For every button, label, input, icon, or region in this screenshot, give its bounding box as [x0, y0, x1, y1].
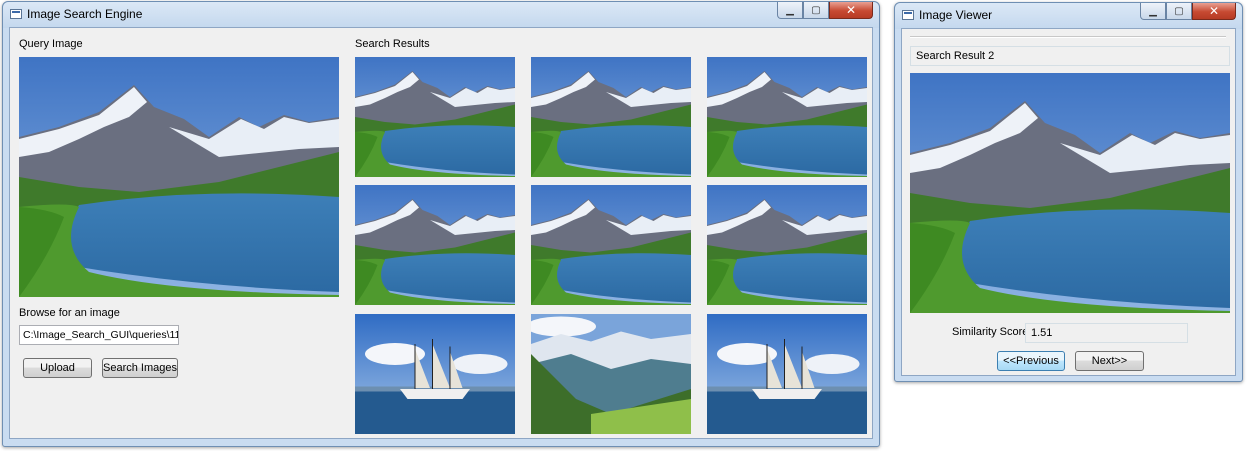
result-thumbnail-2[interactable]	[531, 57, 691, 177]
minimize-button[interactable]: ▁	[1140, 3, 1166, 20]
next-button[interactable]: Next>>	[1075, 351, 1144, 371]
maximize-button[interactable]: ▢	[1166, 3, 1192, 20]
viewer-window-titlebar[interactable]: Image Viewer ▁ ▢ ✕	[895, 3, 1242, 29]
search-results-label: Search Results	[355, 38, 430, 50]
close-icon: ✕	[845, 3, 857, 17]
window-app-icon	[902, 10, 914, 20]
image-viewer-window: Image Viewer ▁ ▢ ✕ Search Result 2 Simil…	[894, 2, 1243, 382]
search-images-button[interactable]: Search Images	[102, 358, 178, 378]
window-title: Image Search Engine	[27, 7, 143, 21]
result-thumbnail-8[interactable]	[531, 314, 691, 434]
result-caption: Search Result 2	[916, 50, 995, 62]
minimize-icon: ▁	[1149, 5, 1157, 17]
query-image-label: Query Image	[19, 38, 83, 50]
scene-graphic	[707, 185, 867, 305]
window-title: Image Viewer	[919, 8, 993, 22]
search-window-titlebar[interactable]: Image Search Engine ▁ ▢ ✕	[3, 2, 879, 28]
result-thumbnail-3[interactable]	[707, 57, 867, 177]
result-caption-panel: Search Result 2	[910, 46, 1230, 66]
result-thumbnail-9[interactable]	[707, 314, 867, 434]
close-icon: ✕	[1208, 4, 1220, 18]
maximize-icon: ▢	[1174, 5, 1184, 17]
scene-graphic	[355, 314, 515, 434]
result-thumbnail-4[interactable]	[355, 185, 515, 305]
similarity-score-value: 1.51	[1031, 327, 1053, 339]
scene-graphic	[707, 314, 867, 434]
browse-label: Browse for an image	[19, 307, 120, 319]
scene-graphic	[707, 57, 867, 177]
result-thumbnail-6[interactable]	[707, 185, 867, 305]
scene-graphic	[910, 73, 1230, 313]
scene-graphic	[19, 57, 339, 297]
scene-graphic	[531, 57, 691, 177]
close-button[interactable]: ✕	[829, 2, 873, 19]
previous-button[interactable]: <<Previous	[997, 351, 1065, 371]
scene-graphic	[355, 185, 515, 305]
scene-graphic	[531, 185, 691, 305]
scene-graphic	[355, 57, 515, 177]
minimize-button[interactable]: ▁	[777, 2, 803, 19]
image-search-window: Image Search Engine ▁ ▢ ✕ Query Image Se…	[2, 1, 880, 447]
viewer-image	[910, 73, 1230, 313]
upload-button[interactable]: Upload	[23, 358, 92, 378]
result-thumbnail-7[interactable]	[355, 314, 515, 434]
close-button[interactable]: ✕	[1192, 3, 1236, 20]
maximize-button[interactable]: ▢	[803, 2, 829, 19]
similarity-score-label: Similarity Score:	[952, 326, 1032, 338]
query-image	[19, 57, 339, 297]
separator-line	[910, 36, 1226, 38]
result-thumbnail-5[interactable]	[531, 185, 691, 305]
search-window-client: Query Image Search Results Browse for an…	[9, 27, 873, 439]
minimize-icon: ▁	[786, 4, 794, 16]
scene-graphic	[531, 314, 691, 434]
similarity-score-value-box: 1.51	[1025, 323, 1188, 343]
result-thumbnail-1[interactable]	[355, 57, 515, 177]
window-app-icon	[10, 9, 22, 19]
maximize-icon: ▢	[811, 4, 821, 16]
viewer-window-client: Search Result 2 Similarity Score: 1.51 <…	[901, 28, 1236, 376]
image-path-input[interactable]: C:\Image_Search_GUI\queries\11240	[19, 325, 179, 345]
